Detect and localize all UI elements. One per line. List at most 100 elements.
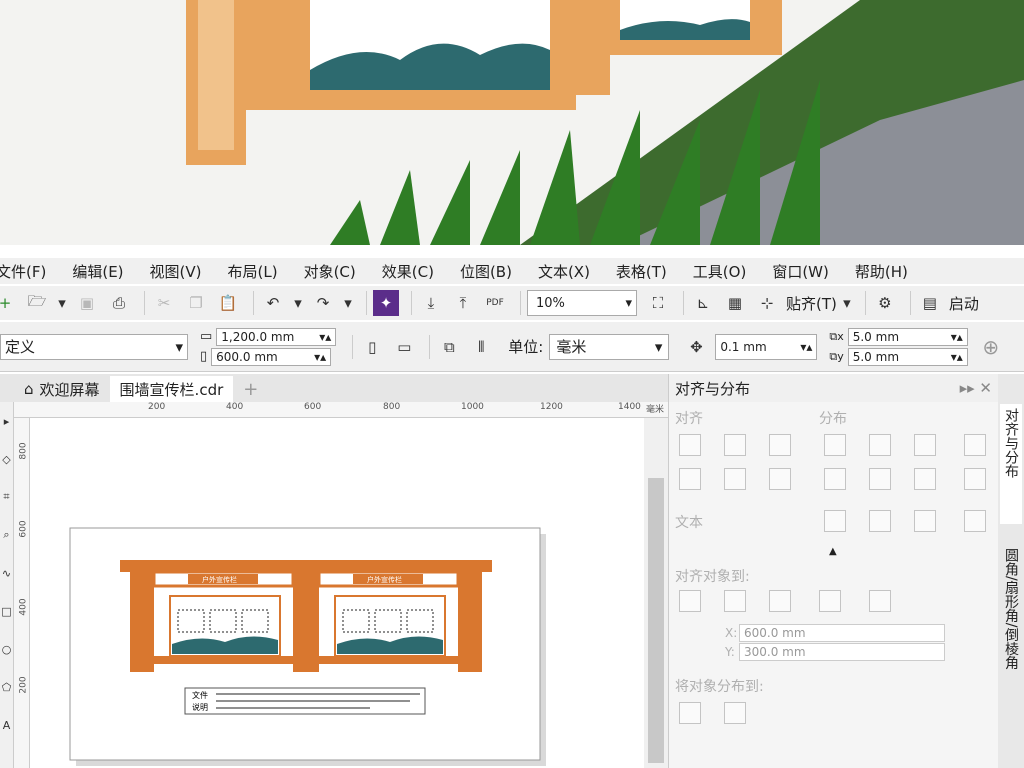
menu-item[interactable]: 工具(O) [693, 261, 759, 282]
paste-icon[interactable]: 📋 [215, 290, 241, 316]
distribute-top-icon[interactable] [824, 468, 846, 490]
menu-item[interactable]: 视图(V) [150, 261, 214, 282]
pdf-export-button[interactable]: PDF [482, 290, 508, 316]
text-align-first-icon[interactable] [824, 510, 846, 532]
text-align-last-icon[interactable] [869, 510, 891, 532]
import-icon[interactable]: ⤓ [418, 290, 444, 316]
text-align-box-icon[interactable] [914, 510, 936, 532]
distribute-right-icon[interactable] [964, 434, 986, 456]
spinner-icon[interactable]: ▾▴ [314, 350, 326, 364]
crop-tool-icon[interactable]: ⌗ [0, 478, 13, 516]
align-to-point-icon[interactable] [869, 590, 891, 612]
copy-icon[interactable]: ❐ [183, 290, 209, 316]
current-page-icon[interactable]: ⫴ [468, 334, 494, 360]
distribute-middle-icon[interactable] [869, 468, 891, 490]
launch-button[interactable]: 启动 [949, 293, 979, 314]
distribute-to-page-icon[interactable] [724, 702, 746, 724]
dup-x-input[interactable]: 5.0 mm ▾▴ [847, 327, 968, 346]
page-width-input[interactable]: 1,200.0 mm ▾▴ [216, 327, 337, 346]
page-preset-select[interactable]: 定义 ▾ [0, 333, 188, 360]
landscape-icon[interactable]: ▭ [391, 334, 417, 360]
menu-item[interactable]: 编辑(E) [72, 261, 135, 282]
cut-icon[interactable]: ✂ [151, 290, 177, 316]
align-to-active-icon[interactable] [679, 590, 701, 612]
rulers-icon[interactable]: ⊾ [690, 290, 716, 316]
x-coordinate-input[interactable]: 600.0 mm [739, 624, 945, 642]
new-icon[interactable]: + [0, 290, 18, 316]
align-to-page-center-icon[interactable] [769, 590, 791, 612]
menu-item[interactable]: 位图(B) [460, 261, 524, 282]
menu-item[interactable]: 对象(C) [304, 261, 368, 282]
menu-item[interactable]: 帮助(H) [855, 261, 920, 282]
unit-select[interactable]: 毫米 ▾ [549, 333, 670, 360]
rectangle-tool-icon[interactable]: □ [0, 592, 13, 630]
menu-item[interactable]: 文件(F) [0, 261, 58, 282]
y-coordinate-input[interactable]: 300.0 mm [739, 643, 945, 661]
all-pages-icon[interactable]: ⧉ [436, 334, 462, 360]
align-right-icon[interactable] [769, 434, 791, 456]
close-icon[interactable]: ▸▸ ✕ [960, 379, 992, 397]
chevron-down-icon[interactable]: ▾ [56, 290, 68, 316]
sidetab-align-distribute[interactable]: 对齐与分布 [1000, 404, 1022, 524]
portrait-icon[interactable]: ▯ [359, 334, 385, 360]
add-icon[interactable]: ⊕ [978, 334, 1004, 360]
ellipse-tool-icon[interactable]: ○ [0, 630, 13, 668]
spinner-icon[interactable]: ▾▴ [800, 340, 812, 354]
page-height-input[interactable]: 600.0 mm ▾▴ [211, 347, 332, 366]
text-tool-icon[interactable]: A [0, 706, 13, 744]
chevron-down-icon[interactable]: ▾ [841, 290, 853, 316]
grid-icon[interactable]: ▦ [722, 290, 748, 316]
vertical-scrollbar[interactable] [644, 418, 668, 768]
align-left-icon[interactable] [679, 434, 701, 456]
distribute-bottom-icon[interactable] [964, 468, 986, 490]
align-top-icon[interactable] [679, 468, 701, 490]
align-to-grid-icon[interactable] [819, 590, 841, 612]
align-bottom-icon[interactable] [769, 468, 791, 490]
zoom-tool-icon[interactable]: ⌕ [0, 516, 13, 554]
spinner-icon[interactable]: ▾▴ [951, 330, 963, 344]
print-icon[interactable]: ⎙ [106, 290, 132, 316]
freehand-tool-icon[interactable]: ∿ [0, 554, 13, 592]
drawing-canvas[interactable]: 文件 说明 户外宣传栏 户外宣传栏 [30, 418, 644, 768]
redo-icon[interactable]: ↷ [310, 290, 336, 316]
nudge-distance-input[interactable]: 0.1 mm ▾▴ [715, 333, 818, 360]
scrollbar-thumb[interactable] [648, 478, 664, 763]
polygon-tool-icon[interactable]: ⬠ [0, 668, 13, 706]
pick-tool-icon[interactable]: ▸ [0, 402, 13, 440]
save-icon[interactable]: ▣ [74, 290, 100, 316]
shape-tool-icon[interactable]: ◇ [0, 440, 13, 478]
distribute-to-selection-icon[interactable] [679, 702, 701, 724]
tab-welcome[interactable]: ⌂ 欢迎屏幕 [14, 376, 110, 402]
distribute-left-icon[interactable] [824, 434, 846, 456]
spinner-icon[interactable]: ▾▴ [319, 330, 331, 344]
guidelines-icon[interactable]: ⊹ [754, 290, 780, 316]
gear-icon[interactable]: ⚙ [872, 290, 898, 316]
menu-item[interactable]: 表格(T) [616, 261, 679, 282]
chevron-down-icon[interactable]: ▾ [342, 290, 354, 316]
align-to-page-edge-icon[interactable] [724, 590, 746, 612]
fullscreen-icon[interactable]: ⛶ [645, 290, 671, 316]
chevron-down-icon[interactable]: ▾ [292, 290, 304, 316]
distribute-vspacing-icon[interactable] [914, 468, 936, 490]
dup-y-input[interactable]: 5.0 mm ▾▴ [847, 347, 968, 366]
search-content-icon[interactable]: ✦ [373, 290, 399, 316]
menu-item[interactable]: 文本(X) [538, 261, 602, 282]
distribute-spacing-icon[interactable] [914, 434, 936, 456]
undo-icon[interactable]: ↶ [260, 290, 286, 316]
tab-document[interactable]: 围墙宣传栏.cdr [109, 376, 234, 402]
distribute-center-icon[interactable] [869, 434, 891, 456]
menu-item[interactable]: 效果(C) [382, 261, 446, 282]
sidetab-fillet-scallop-chamfer[interactable]: 圆角/扇形角/倒棱角 [1000, 544, 1022, 744]
align-center-v-icon[interactable] [724, 468, 746, 490]
open-icon[interactable]: 🗁 [24, 290, 50, 316]
launch-icon[interactable]: ▤ [917, 290, 943, 316]
export-icon[interactable]: ⤒ [450, 290, 476, 316]
align-center-h-icon[interactable] [724, 434, 746, 456]
snap-to-button[interactable]: 贴齐(T) [786, 293, 837, 314]
spinner-icon[interactable]: ▾▴ [951, 350, 963, 364]
menu-item[interactable]: 窗口(W) [772, 261, 841, 282]
text-align-baseline-icon[interactable] [964, 510, 986, 532]
add-tab-button[interactable]: + [233, 376, 268, 402]
zoom-select[interactable]: 10% ▾ [527, 290, 637, 316]
collapse-icon[interactable]: ▲ [829, 546, 837, 557]
